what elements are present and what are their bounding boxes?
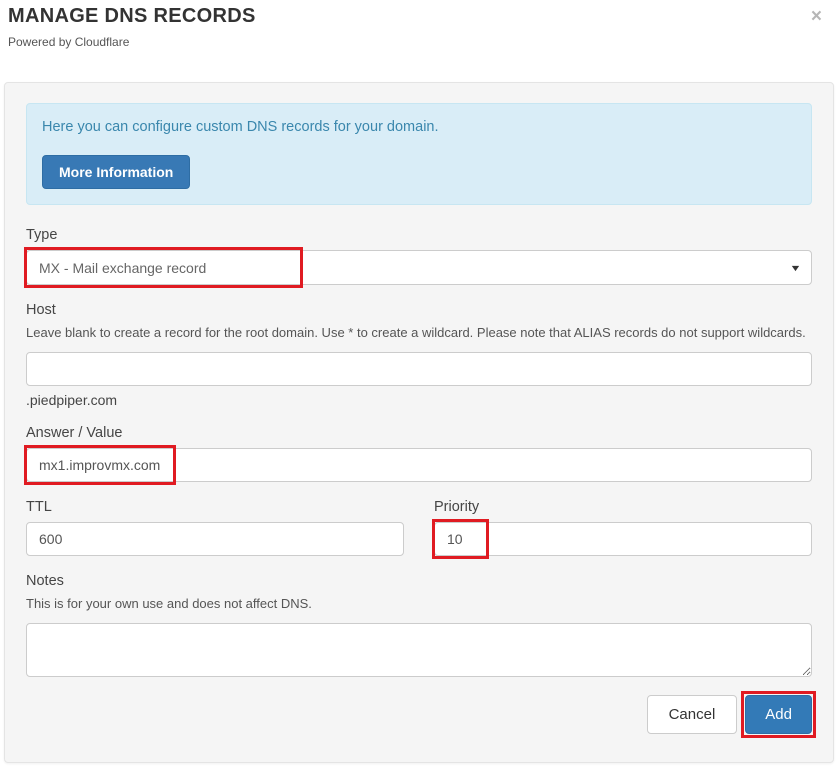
answer-input[interactable] — [26, 448, 812, 482]
type-select-wrap: MX - Mail exchange record ▼ — [24, 247, 812, 288]
ttl-priority-row: TTL Priority — [26, 499, 812, 559]
type-field-group: Type MX - Mail exchange record ▼ — [24, 227, 812, 288]
notes-hint-text: This is for your own use and does not af… — [26, 596, 312, 611]
ttl-input[interactable] — [26, 522, 404, 556]
close-icon[interactable]: × — [805, 6, 828, 27]
notes-textarea[interactable] — [26, 623, 812, 677]
answer-input-wrap — [24, 445, 812, 485]
priority-input[interactable] — [434, 522, 812, 556]
host-label: Host — [26, 302, 56, 318]
type-select[interactable]: MX - Mail exchange record — [26, 250, 812, 285]
host-input[interactable] — [26, 352, 812, 386]
host-hint-text: Leave blank to create a record for the r… — [26, 325, 806, 340]
priority-label: Priority — [434, 499, 480, 515]
add-button[interactable]: Add — [745, 695, 812, 734]
ttl-field-group: TTL — [26, 499, 404, 556]
add-button-wrap: Add — [741, 691, 816, 738]
more-information-button[interactable]: More Information — [42, 155, 191, 189]
dns-form-panel: Here you can configure custom DNS record… — [4, 82, 834, 763]
powered-by-text: Powered by Cloudflare — [8, 35, 130, 49]
cancel-button[interactable]: Cancel — [646, 695, 738, 734]
page-title: MANAGE DNS RECORDS — [8, 5, 256, 27]
type-label: Type — [26, 227, 58, 243]
answer-label: Answer / Value — [26, 425, 123, 441]
info-alert: Here you can configure custom DNS record… — [26, 103, 812, 205]
notes-label: Notes — [26, 573, 64, 589]
notes-field-group: Notes This is for your own use and does … — [26, 573, 812, 677]
host-domain-suffix: .piedpiper.com — [26, 392, 118, 408]
priority-input-wrap — [432, 519, 812, 559]
ttl-label: TTL — [26, 499, 52, 515]
info-alert-message: Here you can configure custom DNS record… — [42, 119, 439, 135]
host-field-group: Host Leave blank to create a record for … — [26, 302, 812, 408]
answer-field-group: Answer / Value — [24, 425, 812, 485]
dialog-header: MANAGE DNS RECORDS Powered by Cloudflare — [0, 0, 840, 49]
action-buttons-row: Cancel Add — [26, 691, 816, 738]
priority-field-group: Priority — [432, 499, 812, 559]
